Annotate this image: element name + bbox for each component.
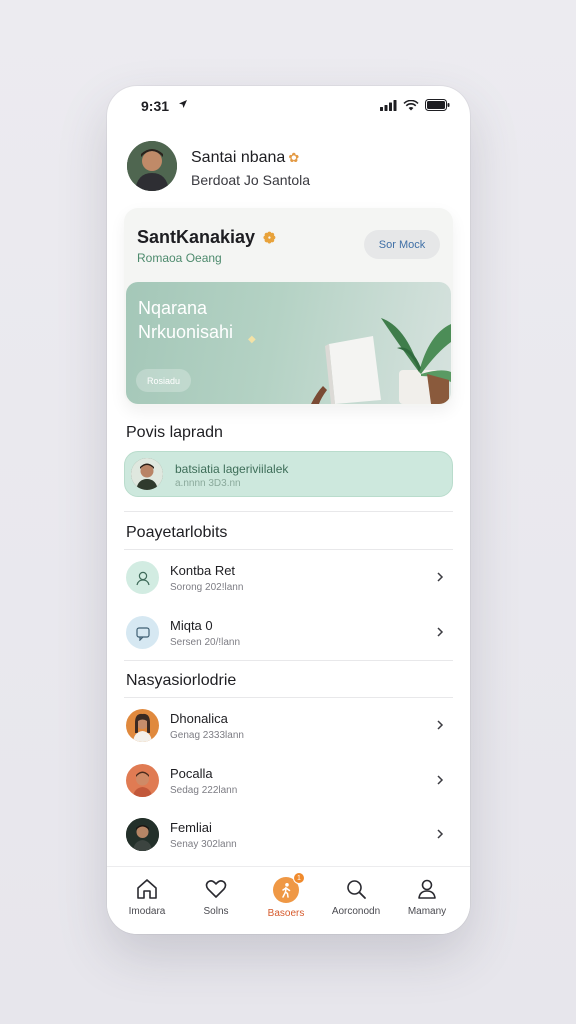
- featured-row[interactable]: batsiatia lageriviilalek a.nnnn 3D3.nn: [124, 451, 453, 497]
- avatar-portrait: [127, 141, 177, 191]
- tab-label: Mamany: [407, 906, 447, 917]
- avatar-portrait: [131, 458, 163, 490]
- featured-subtitle: a.nnnn 3D3.nn: [175, 478, 241, 489]
- user-icon: [126, 561, 159, 594]
- home-icon: [137, 879, 157, 899]
- hero-card: SantKanakiay ❁ Romaoa Oeang Sor Mock Nqa…: [124, 208, 453, 406]
- battery-icon: [425, 99, 450, 111]
- hero-title-row: SantKanakiay ❁: [137, 227, 276, 248]
- divider: [124, 549, 453, 550]
- tab-label: Solns: [203, 906, 229, 917]
- list-item[interactable]: Miqta 0 Sersen 20/!lann: [124, 608, 453, 658]
- divider: [124, 660, 453, 661]
- phone-frame: 9:31 Santai nbana ✿ Berdoat Jo Santola S…: [107, 86, 470, 934]
- tab-favorites[interactable]: Solns: [183, 877, 249, 927]
- profile-icon: [418, 879, 436, 899]
- profile-name-row: Santai nbana ✿: [191, 149, 299, 167]
- list-item[interactable]: Pocalla Sedag 222lann: [124, 756, 453, 806]
- status-bar: 9:31: [107, 86, 470, 126]
- hero-banner[interactable]: Nqarana Nrkuonisahi ◆ Rosiadu: [126, 282, 451, 404]
- plant-illustration: [311, 318, 451, 404]
- signal-icon: [380, 99, 397, 111]
- avatar[interactable]: [127, 141, 177, 191]
- hero-subtitle: Romaoa Oeang: [137, 251, 222, 265]
- profile-subtitle: Berdoat Jo Santola: [191, 172, 311, 188]
- list-item-subtitle: Sedag 222lann: [170, 785, 238, 796]
- cursor-sparkle-icon: ◆: [248, 334, 256, 345]
- list-item[interactable]: Femliai Senay 302lann: [124, 810, 453, 860]
- list-item-subtitle: Genag 2333lann: [170, 730, 244, 741]
- avatar: [131, 458, 163, 490]
- see-more-button[interactable]: Sor Mock: [364, 230, 440, 259]
- chevron-right-icon: [437, 829, 444, 839]
- message-icon: [126, 616, 159, 649]
- chevron-right-icon: [437, 572, 444, 582]
- banner-line-1: Nqarana: [138, 298, 208, 318]
- wifi-icon: [403, 99, 419, 110]
- list-item-title: Kontba Ret: [170, 563, 236, 578]
- list-item[interactable]: Kontba Ret Sorong 202!lann: [124, 553, 453, 603]
- avatar: [126, 764, 159, 797]
- location-arrow-icon: [179, 100, 187, 108]
- sparkle-icon: ❁: [263, 230, 276, 247]
- flower-icon: ✿: [288, 150, 300, 165]
- heart-icon: [205, 880, 227, 898]
- list-item[interactable]: Dhonalica Genag 2333lann: [124, 701, 453, 751]
- tab-search[interactable]: Aorconodn: [323, 877, 389, 927]
- divider: [124, 697, 453, 698]
- list-item-subtitle: Sersen 20/!lann: [170, 637, 241, 648]
- banner-text: Nqarana Nrkuonisahi: [138, 296, 233, 344]
- featured-title: batsiatia lageriviilalek: [175, 462, 289, 476]
- notification-badge: 1: [293, 872, 305, 884]
- section-popular-title: Povis lapradn: [126, 424, 223, 441]
- list-item-subtitle: Sorong 202!lann: [170, 582, 244, 593]
- list-item-title: Femliai: [170, 820, 212, 835]
- avatar: [126, 709, 159, 742]
- status-icons: [380, 99, 450, 111]
- list-item-subtitle: Senay 302lann: [170, 839, 237, 850]
- tab-bar: Imodara Solns 1 Basoers Aorconodn Mamany: [107, 866, 470, 934]
- chevron-right-icon: [437, 775, 444, 785]
- tab-label: Aorconodn: [331, 906, 381, 917]
- tab-activity[interactable]: 1 Basoers: [253, 872, 319, 927]
- profile-header[interactable]: Santai nbana ✿ Berdoat Jo Santola: [127, 141, 447, 197]
- chevron-right-icon: [437, 627, 444, 637]
- avatar: [126, 818, 159, 851]
- tab-label: Imodara: [128, 906, 166, 917]
- hero-title: SantKanakiay: [137, 227, 256, 247]
- chevron-right-icon: [437, 720, 444, 730]
- tab-profile[interactable]: Mamany: [394, 877, 460, 927]
- status-time: 9:31: [141, 98, 170, 114]
- section-projects-title: Poayetarlobits: [126, 524, 228, 541]
- profile-name: Santai nbana: [191, 149, 286, 166]
- banner-button[interactable]: Rosiadu: [136, 369, 191, 392]
- tab-label: Basoers: [267, 908, 305, 919]
- person-run-icon: 1: [273, 872, 305, 903]
- section-messages-title: Nasyasiorlodrie: [126, 672, 237, 689]
- list-item-title: Miqta 0: [170, 618, 213, 633]
- banner-line-2: Nrkuonisahi: [138, 322, 234, 342]
- list-item-title: Pocalla: [170, 766, 213, 781]
- tab-home[interactable]: Imodara: [114, 877, 180, 927]
- search-icon: [347, 880, 366, 899]
- divider: [124, 511, 453, 512]
- list-item-title: Dhonalica: [170, 711, 228, 726]
